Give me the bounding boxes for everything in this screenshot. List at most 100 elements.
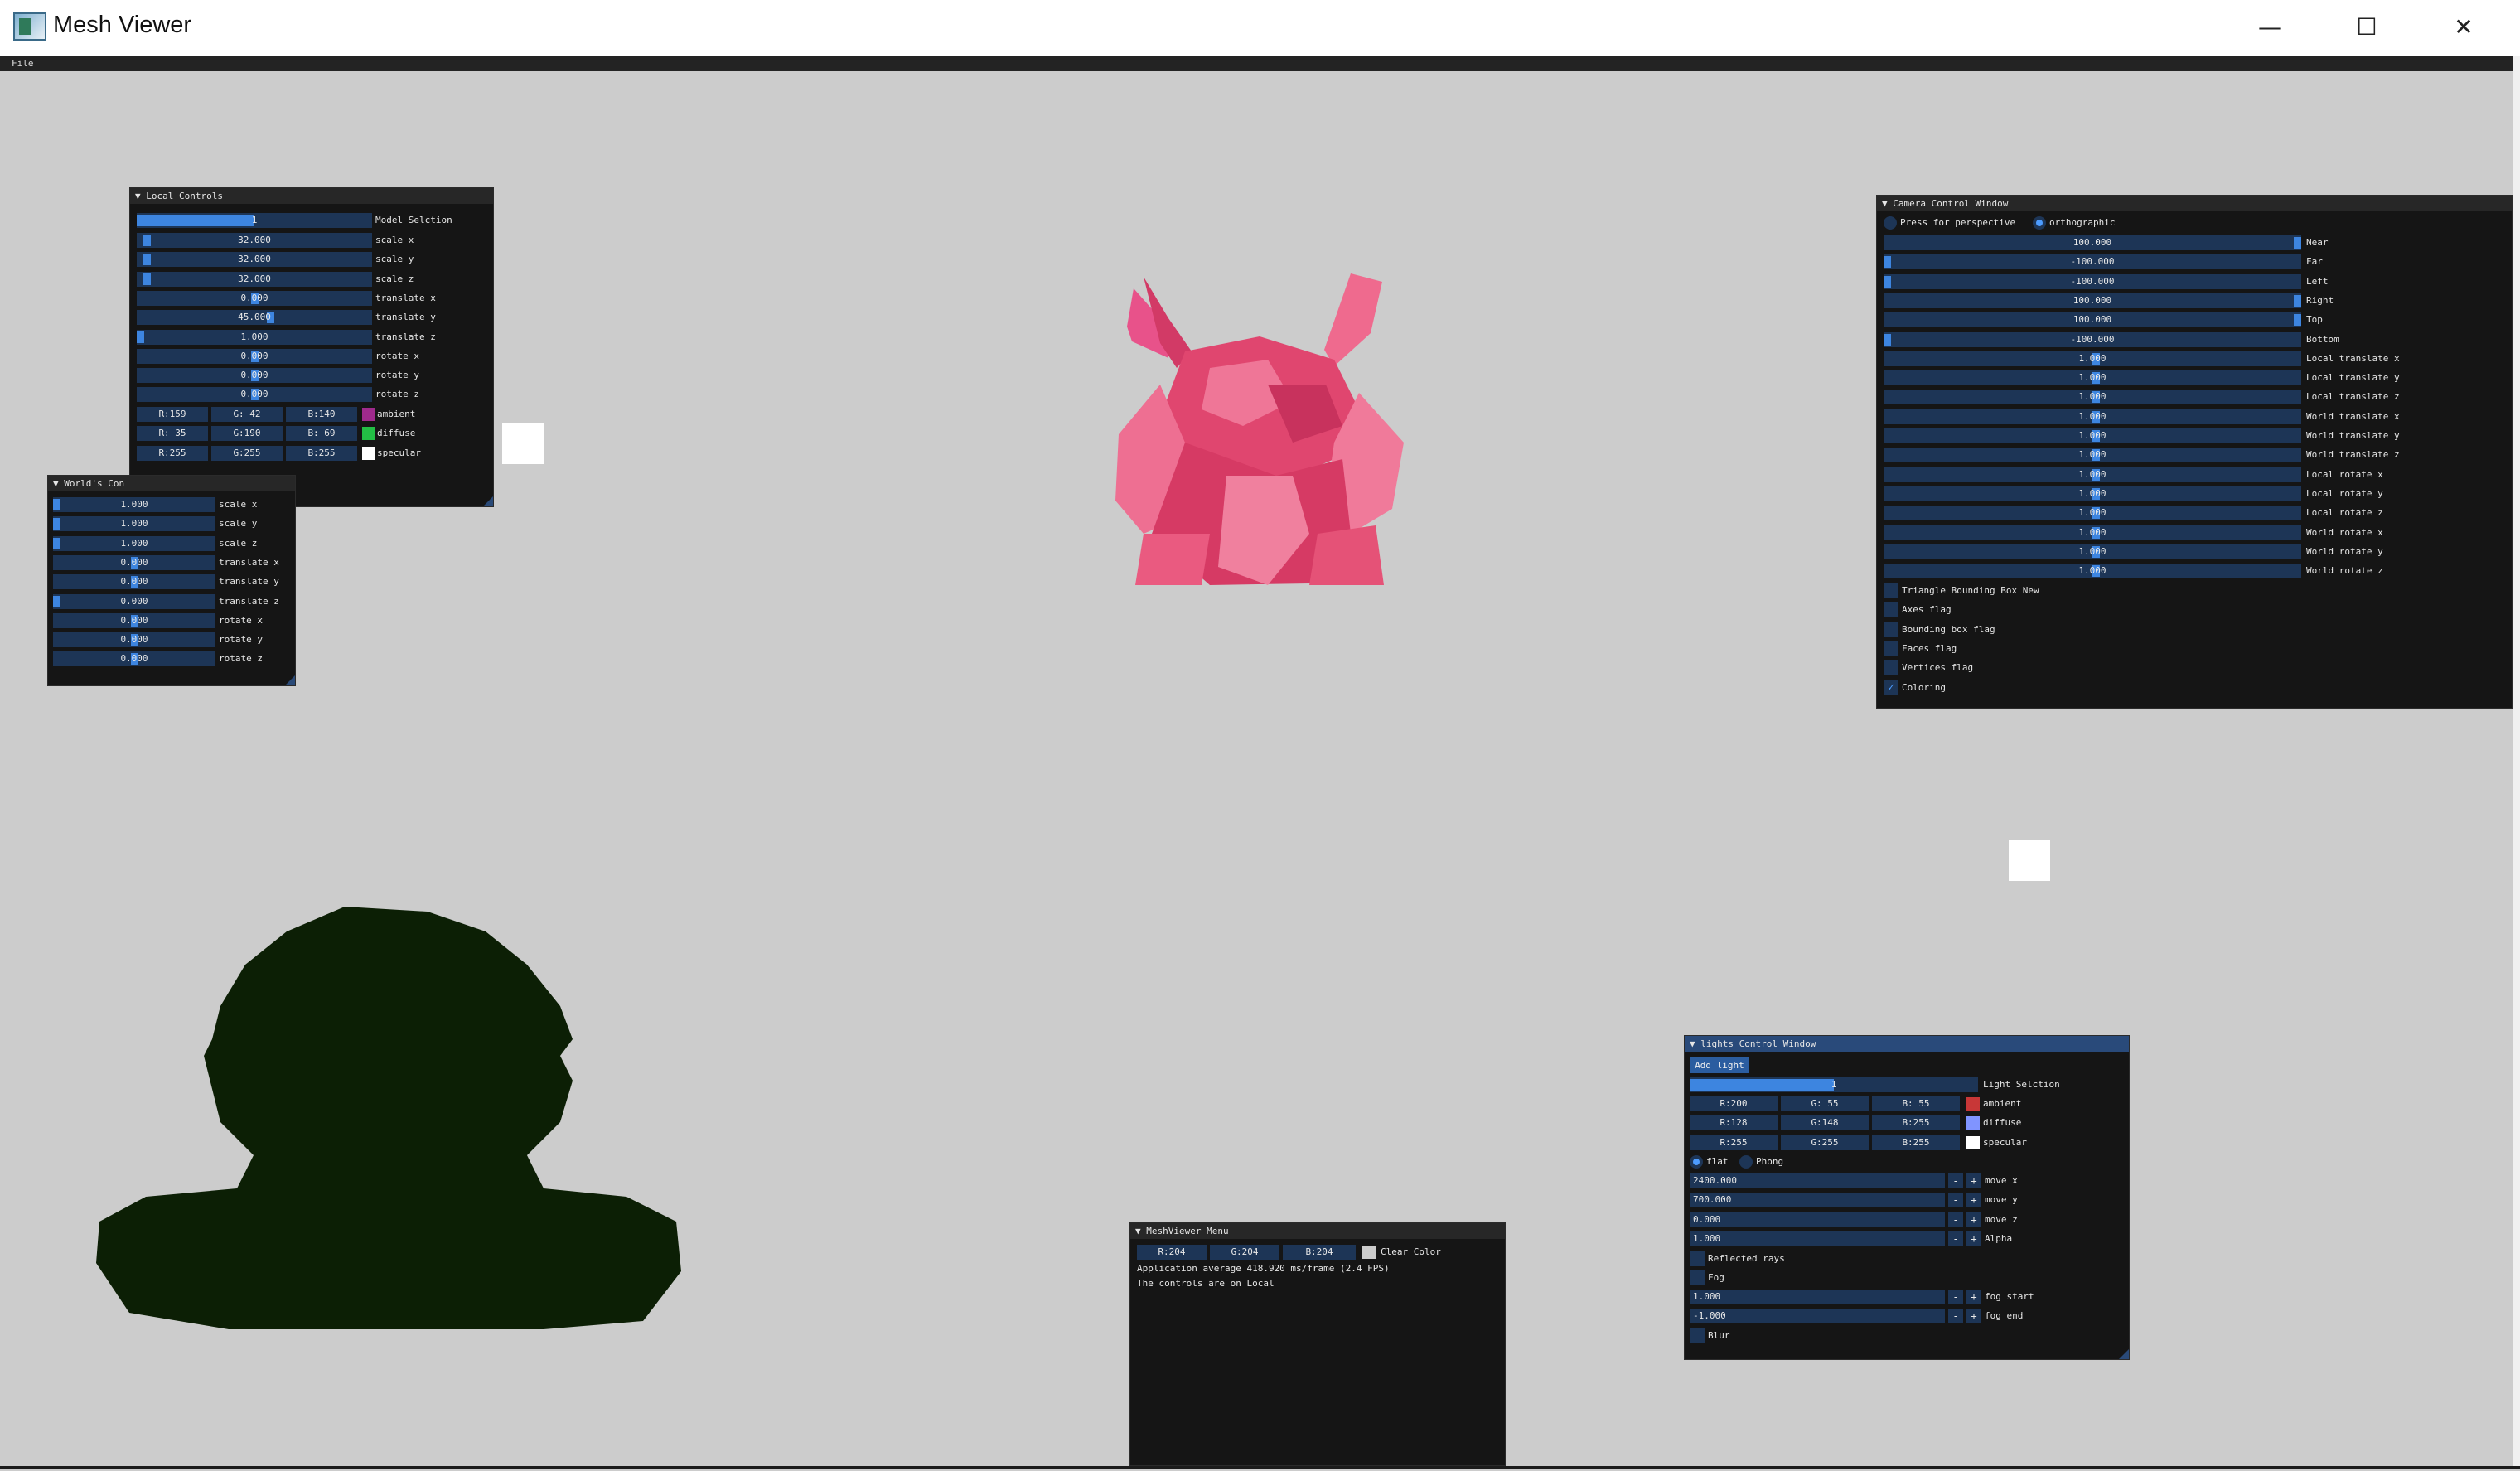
camera-world-rotate-y-slider[interactable]: 1.000 bbox=[1884, 544, 2301, 559]
collapse-arrow-icon[interactable]: ▼ bbox=[1690, 1038, 1700, 1049]
light-fog-end-input[interactable]: -1.000 bbox=[1690, 1309, 1945, 1324]
camera-top-slider[interactable]: 100.000 bbox=[1884, 312, 2301, 328]
clear-color-b[interactable]: B:204 bbox=[1283, 1245, 1356, 1260]
decrement-button[interactable]: - bbox=[1948, 1212, 1963, 1227]
light-specular-b[interactable]: B:255 bbox=[1872, 1135, 1960, 1150]
decrement-button[interactable]: - bbox=[1948, 1231, 1963, 1246]
window-title-bar[interactable]: Mesh Viewer — ☐ ✕ bbox=[0, 0, 2520, 56]
camera-world-translate-x-slider[interactable]: 1.000 bbox=[1884, 409, 2301, 424]
world-controls-title[interactable]: ▼ World's Con bbox=[48, 476, 295, 491]
local-specular-b[interactable]: B:255 bbox=[286, 445, 357, 461]
light-alpha-input[interactable]: 1.000 bbox=[1690, 1231, 1945, 1246]
increment-button[interactable]: + bbox=[1966, 1212, 1981, 1227]
light-specular-swatch[interactable] bbox=[1966, 1135, 1980, 1149]
collapse-arrow-icon[interactable]: ▼ bbox=[135, 191, 146, 201]
local-rotate-y-slider[interactable]: 0.000 bbox=[137, 368, 372, 384]
blur-checkbox[interactable] bbox=[1690, 1328, 1705, 1343]
light-ambient-b[interactable]: B: 55 bbox=[1872, 1096, 1960, 1111]
camera-left-slider[interactable]: -100.000 bbox=[1884, 273, 2301, 289]
local-scale-y-slider[interactable]: 32.000 bbox=[137, 252, 372, 268]
camera-world-translate-z-slider[interactable]: 1.000 bbox=[1884, 448, 2301, 463]
light-specular-g[interactable]: G:255 bbox=[1781, 1135, 1869, 1150]
resize-grip[interactable] bbox=[483, 496, 493, 506]
world-rotate-x-slider[interactable]: 0.000 bbox=[53, 612, 215, 628]
maximize-button[interactable]: ☐ bbox=[2342, 8, 2392, 46]
increment-button[interactable]: + bbox=[1966, 1231, 1981, 1246]
clear-color-r[interactable]: R:204 bbox=[1137, 1245, 1207, 1260]
checkbox-triangle-bounding-box-new[interactable] bbox=[1884, 583, 1898, 598]
camera-local-rotate-y-slider[interactable]: 1.000 bbox=[1884, 486, 2301, 501]
light-ambient-r[interactable]: R:200 bbox=[1690, 1096, 1778, 1111]
world-scale-z-slider[interactable]: 1.000 bbox=[53, 535, 215, 551]
lights-control-title[interactable]: ▼ lights Control Window bbox=[1685, 1036, 2129, 1052]
local-specular-g[interactable]: G:255 bbox=[211, 445, 283, 461]
world-rotate-y-slider[interactable]: 0.000 bbox=[53, 632, 215, 648]
decrement-button[interactable]: - bbox=[1948, 1290, 1963, 1304]
local-diffuse-g[interactable]: G:190 bbox=[211, 426, 283, 442]
world-translate-x-slider[interactable]: 0.000 bbox=[53, 554, 215, 570]
increment-button[interactable]: + bbox=[1966, 1290, 1981, 1304]
camera-bottom-slider[interactable]: -100.000 bbox=[1884, 331, 2301, 347]
light-move-x-input[interactable]: 2400.000 bbox=[1690, 1173, 1945, 1188]
light-specular-r[interactable]: R:255 bbox=[1690, 1135, 1778, 1150]
local-diffuse-b[interactable]: B: 69 bbox=[286, 426, 357, 442]
light-move-y-input[interactable]: 700.000 bbox=[1690, 1193, 1945, 1208]
increment-button[interactable]: + bbox=[1966, 1193, 1981, 1208]
collapse-arrow-icon[interactable]: ▼ bbox=[1882, 198, 1893, 209]
local-ambient-b[interactable]: B:140 bbox=[286, 407, 357, 422]
menu-file[interactable]: File bbox=[12, 58, 34, 69]
orthographic-radio[interactable] bbox=[2033, 216, 2046, 230]
decrement-button[interactable]: - bbox=[1948, 1309, 1963, 1324]
meshviewer-menu-title[interactable]: ▼ MeshViewer Menu bbox=[1130, 1223, 1505, 1239]
local-rotate-z-slider[interactable]: 0.000 bbox=[137, 387, 372, 403]
add-light-button[interactable]: Add light bbox=[1690, 1057, 1749, 1073]
world-rotate-z-slider[interactable]: 0.000 bbox=[53, 651, 215, 667]
local-translate-y-slider[interactable]: 45.000 bbox=[137, 310, 372, 326]
checkbox-vertices-flag[interactable] bbox=[1884, 660, 1898, 676]
camera-world-rotate-z-slider[interactable]: 1.000 bbox=[1884, 564, 2301, 579]
local-ambient-g[interactable]: G: 42 bbox=[211, 407, 283, 422]
model-selection-slider[interactable]: 1 bbox=[137, 213, 372, 228]
camera-far-slider[interactable]: -100.000 bbox=[1884, 254, 2301, 270]
lights-control-window[interactable]: ▼ lights Control Window Add light 1 Light … bbox=[1684, 1035, 2130, 1360]
close-button[interactable]: ✕ bbox=[2439, 8, 2489, 46]
flat-radio[interactable] bbox=[1690, 1155, 1703, 1169]
camera-local-rotate-z-slider[interactable]: 1.000 bbox=[1884, 506, 2301, 521]
reflected-rays-checkbox[interactable] bbox=[1690, 1251, 1705, 1266]
clear-color-swatch[interactable] bbox=[1362, 1246, 1376, 1259]
camera-local-translate-z-slider[interactable]: 1.000 bbox=[1884, 390, 2301, 405]
fog-checkbox[interactable] bbox=[1690, 1270, 1705, 1285]
light-selection-slider[interactable]: 1 bbox=[1690, 1077, 1978, 1092]
collapse-arrow-icon[interactable]: ▼ bbox=[1135, 1226, 1146, 1236]
local-specular-swatch[interactable] bbox=[362, 446, 375, 460]
world-translate-z-slider[interactable]: 0.000 bbox=[53, 593, 215, 609]
checkbox-coloring[interactable]: ✓ bbox=[1884, 680, 1898, 695]
camera-control-window[interactable]: ▼ Camera Control Window Press for perspe… bbox=[1876, 195, 2513, 709]
camera-local-rotate-x-slider[interactable]: 1.000 bbox=[1884, 467, 2301, 482]
camera-local-translate-y-slider[interactable]: 1.000 bbox=[1884, 370, 2301, 386]
local-scale-z-slider[interactable]: 32.000 bbox=[137, 271, 372, 287]
local-ambient-swatch[interactable] bbox=[362, 408, 375, 421]
checkbox-axes-flag[interactable] bbox=[1884, 602, 1898, 618]
light-ambient-swatch[interactable] bbox=[1966, 1097, 1980, 1111]
checkbox-faces-flag[interactable] bbox=[1884, 641, 1898, 656]
world-scale-y-slider[interactable]: 1.000 bbox=[53, 516, 215, 532]
camera-local-translate-x-slider[interactable]: 1.000 bbox=[1884, 351, 2301, 366]
local-specular-r[interactable]: R:255 bbox=[137, 445, 208, 461]
local-ambient-r[interactable]: R:159 bbox=[137, 407, 208, 422]
local-scale-x-slider[interactable]: 32.000 bbox=[137, 233, 372, 248]
increment-button[interactable]: + bbox=[1966, 1309, 1981, 1324]
camera-right-slider[interactable]: 100.000 bbox=[1884, 293, 2301, 308]
light-diffuse-b[interactable]: B:255 bbox=[1872, 1115, 1960, 1131]
decrement-button[interactable]: - bbox=[1948, 1173, 1963, 1188]
light-diffuse-g[interactable]: G:148 bbox=[1781, 1115, 1869, 1131]
camera-world-rotate-x-slider[interactable]: 1.000 bbox=[1884, 525, 2301, 540]
world-controls-window[interactable]: ▼ World's Con 1.000 scale x 1.000 scale y 1.… bbox=[47, 475, 296, 686]
world-translate-y-slider[interactable]: 0.000 bbox=[53, 574, 215, 590]
resize-grip[interactable] bbox=[285, 675, 295, 685]
light-ambient-g[interactable]: G: 55 bbox=[1781, 1096, 1869, 1111]
decrement-button[interactable]: - bbox=[1948, 1193, 1963, 1208]
minimize-button[interactable]: — bbox=[2245, 8, 2295, 46]
camera-near-slider[interactable]: 100.000 bbox=[1884, 235, 2301, 250]
perspective-radio[interactable] bbox=[1884, 216, 1897, 230]
